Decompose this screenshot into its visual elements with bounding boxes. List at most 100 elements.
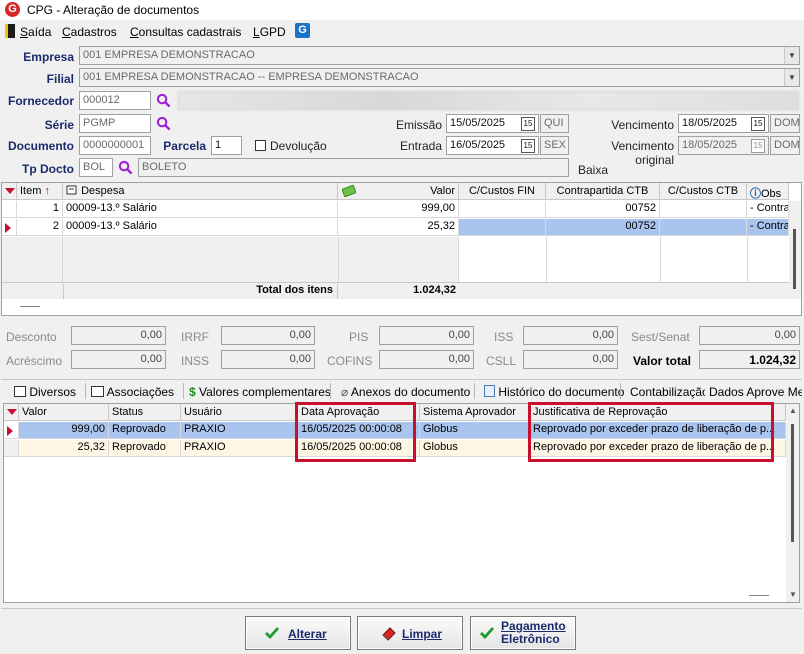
tab-historico[interactable]: Histórico do documento	[480, 382, 628, 402]
fornecedor-search-icon[interactable]	[156, 93, 171, 108]
ccfin-cell[interactable]	[459, 219, 546, 236]
highlight-data-aprovacao	[295, 402, 416, 462]
empty-gutter	[2, 237, 63, 282]
tpdocto-input[interactable]: BOL	[79, 158, 113, 177]
tpdocto-description: BOLETO	[138, 158, 569, 177]
usuario-cell[interactable]: PRAXIO	[181, 422, 298, 439]
g-app-icon[interactable]: G	[295, 23, 310, 38]
obs-cell[interactable]: - Contra	[747, 219, 789, 236]
limpar-button[interactable]: Limpar	[357, 616, 463, 650]
row-indicator[interactable]	[4, 440, 19, 457]
col-header-ccctb[interactable]: C/Custos CTB	[660, 183, 747, 200]
menu-saida[interactable]: Saída	[20, 25, 51, 39]
menu-bar: Saída Cadastros Consultas cadastrais LGP…	[0, 21, 804, 43]
sistema-cell[interactable]: Globus	[420, 422, 530, 439]
app-logo-icon: G	[5, 2, 20, 17]
col-header-usuario[interactable]: Usuário	[181, 404, 298, 421]
ccctb-cell[interactable]	[660, 201, 747, 218]
tab-diversos[interactable]: Diversos	[10, 382, 80, 402]
ccfin-cell[interactable]	[459, 201, 546, 218]
scroll-thumb[interactable]	[791, 424, 794, 542]
grid-hscroll-thumb[interactable]	[20, 306, 40, 307]
filial-label: Filial	[46, 72, 74, 86]
scroll-thumb[interactable]	[793, 229, 796, 289]
valor-cell[interactable]: 999,00	[19, 422, 109, 439]
hscroll-thumb[interactable]	[749, 595, 769, 596]
fornecedor-label: Fornecedor	[7, 94, 74, 108]
col-header-valor[interactable]: Valor	[19, 404, 109, 421]
col-header-status[interactable]: Status	[109, 404, 181, 421]
entrada-date-input[interactable]: 16/05/2025 15	[446, 136, 539, 155]
chevron-down-icon[interactable]: ▼	[784, 47, 799, 64]
menu-lgpd[interactable]: LGPD	[253, 25, 286, 39]
vencimento-date-input[interactable]: 18/05/2025 15	[678, 114, 769, 133]
documento-label: Documento	[8, 139, 74, 153]
chevron-down-icon[interactable]: ▼	[784, 69, 799, 86]
csll-field: 0,00	[523, 350, 618, 369]
footer-separator	[1, 608, 802, 609]
tab-associacoes[interactable]: Associações	[87, 382, 178, 402]
status-cell[interactable]: Reprovado	[109, 422, 181, 439]
item-cell[interactable]: 1	[17, 201, 63, 218]
emissao-date-input[interactable]: 15/05/2025 15	[446, 114, 539, 133]
row-pointer-icon[interactable]	[4, 422, 19, 439]
calendar-icon[interactable]: 15	[521, 139, 535, 153]
col-header-valor[interactable]: Valor	[338, 183, 459, 200]
col-header-item[interactable]: Item ↑	[17, 183, 63, 200]
col-header-despesa[interactable]: Despesa	[63, 183, 338, 200]
fornecedor-input[interactable]: 000012	[79, 91, 151, 110]
scroll-up-icon[interactable]: ▲	[789, 406, 797, 415]
tab-anexos[interactable]: ⌀ Anexos do documento	[337, 382, 474, 402]
devolucao-checkbox[interactable]	[255, 140, 266, 151]
valor-cell[interactable]: 25,32	[338, 219, 459, 236]
calendar-icon[interactable]: 15	[751, 117, 765, 131]
parcela-input[interactable]: 1	[211, 136, 242, 155]
obs-cell[interactable]: - Contra	[747, 201, 789, 218]
col-header-contrapartida[interactable]: Contrapartida CTB	[546, 183, 660, 200]
pagamento-eletronico-button[interactable]: Pagamento Eletrônico	[470, 616, 576, 650]
window-title: CPG - Alteração de documentos	[27, 3, 200, 17]
tpdocto-search-icon[interactable]	[118, 160, 133, 175]
menu-cadastros[interactable]: Cadastros	[62, 25, 117, 39]
tab-contabilizacao[interactable]: Contabilização	[626, 382, 713, 402]
sort-indicator-icon[interactable]	[2, 183, 17, 200]
menu-consultas-cadastrais[interactable]: Consultas cadastrais	[130, 25, 241, 39]
serie-search-icon[interactable]	[156, 116, 171, 131]
despesa-cell[interactable]: 00009-13.º Salário	[63, 219, 338, 236]
col-header-sistema-aprovador[interactable]: Sistema Aprovador	[420, 404, 530, 421]
item-cell[interactable]: 2	[17, 219, 63, 236]
col-header-ccfin[interactable]: C/Custos FIN	[459, 183, 546, 200]
serie-input[interactable]: PGMP	[79, 114, 151, 133]
col-header-obs[interactable]: ⓘObs	[747, 183, 789, 200]
calendar-icon[interactable]: 15	[521, 117, 535, 131]
contrapartida-cell[interactable]: 00752	[546, 201, 660, 218]
grid-divider	[660, 237, 661, 282]
scroll-down-icon[interactable]: ▼	[789, 590, 797, 599]
filial-select[interactable]: 001 EMPRESA DEMONSTRACAO -- EMPRESA DEMO…	[79, 68, 800, 87]
despesa-cell[interactable]: 00009-13.º Salário	[63, 201, 338, 218]
usuario-cell[interactable]: PRAXIO	[181, 440, 298, 457]
tab-valores-complementares[interactable]: $ Valores complementares	[185, 382, 335, 402]
tab-dados-aprove-me[interactable]: Dados Aprove Me	[705, 382, 802, 402]
entrada-label: Entrada	[399, 139, 442, 153]
acrescimo-field: 0,00	[71, 350, 166, 369]
devolucao-label: Devolução	[270, 139, 327, 153]
approval-vscroll[interactable]: ▲ ▼	[786, 404, 799, 602]
ccctb-cell[interactable]	[660, 219, 747, 236]
documento-input[interactable]: 0000000001	[79, 136, 151, 155]
status-cell[interactable]: Reprovado	[109, 440, 181, 457]
tab-divider	[330, 383, 331, 399]
alterar-button[interactable]: Alterar	[245, 616, 351, 650]
cofins-field: 0,00	[379, 350, 474, 369]
valor-total-field: 1.024,32	[699, 350, 800, 369]
valor-cell[interactable]: 999,00	[338, 201, 459, 218]
row-pointer-icon[interactable]	[2, 219, 17, 236]
row-indicator[interactable]	[2, 201, 17, 218]
baixa-label: Baixa	[578, 163, 609, 177]
sort-indicator-icon[interactable]	[4, 404, 19, 421]
empresa-select[interactable]: 001 EMPRESA DEMONSTRACAO ▼	[79, 46, 800, 65]
contrapartida-cell[interactable]: 00752	[546, 219, 660, 236]
items-vscroll[interactable]	[789, 201, 801, 299]
sistema-cell[interactable]: Globus	[420, 440, 530, 457]
valor-cell[interactable]: 25,32	[19, 440, 109, 457]
